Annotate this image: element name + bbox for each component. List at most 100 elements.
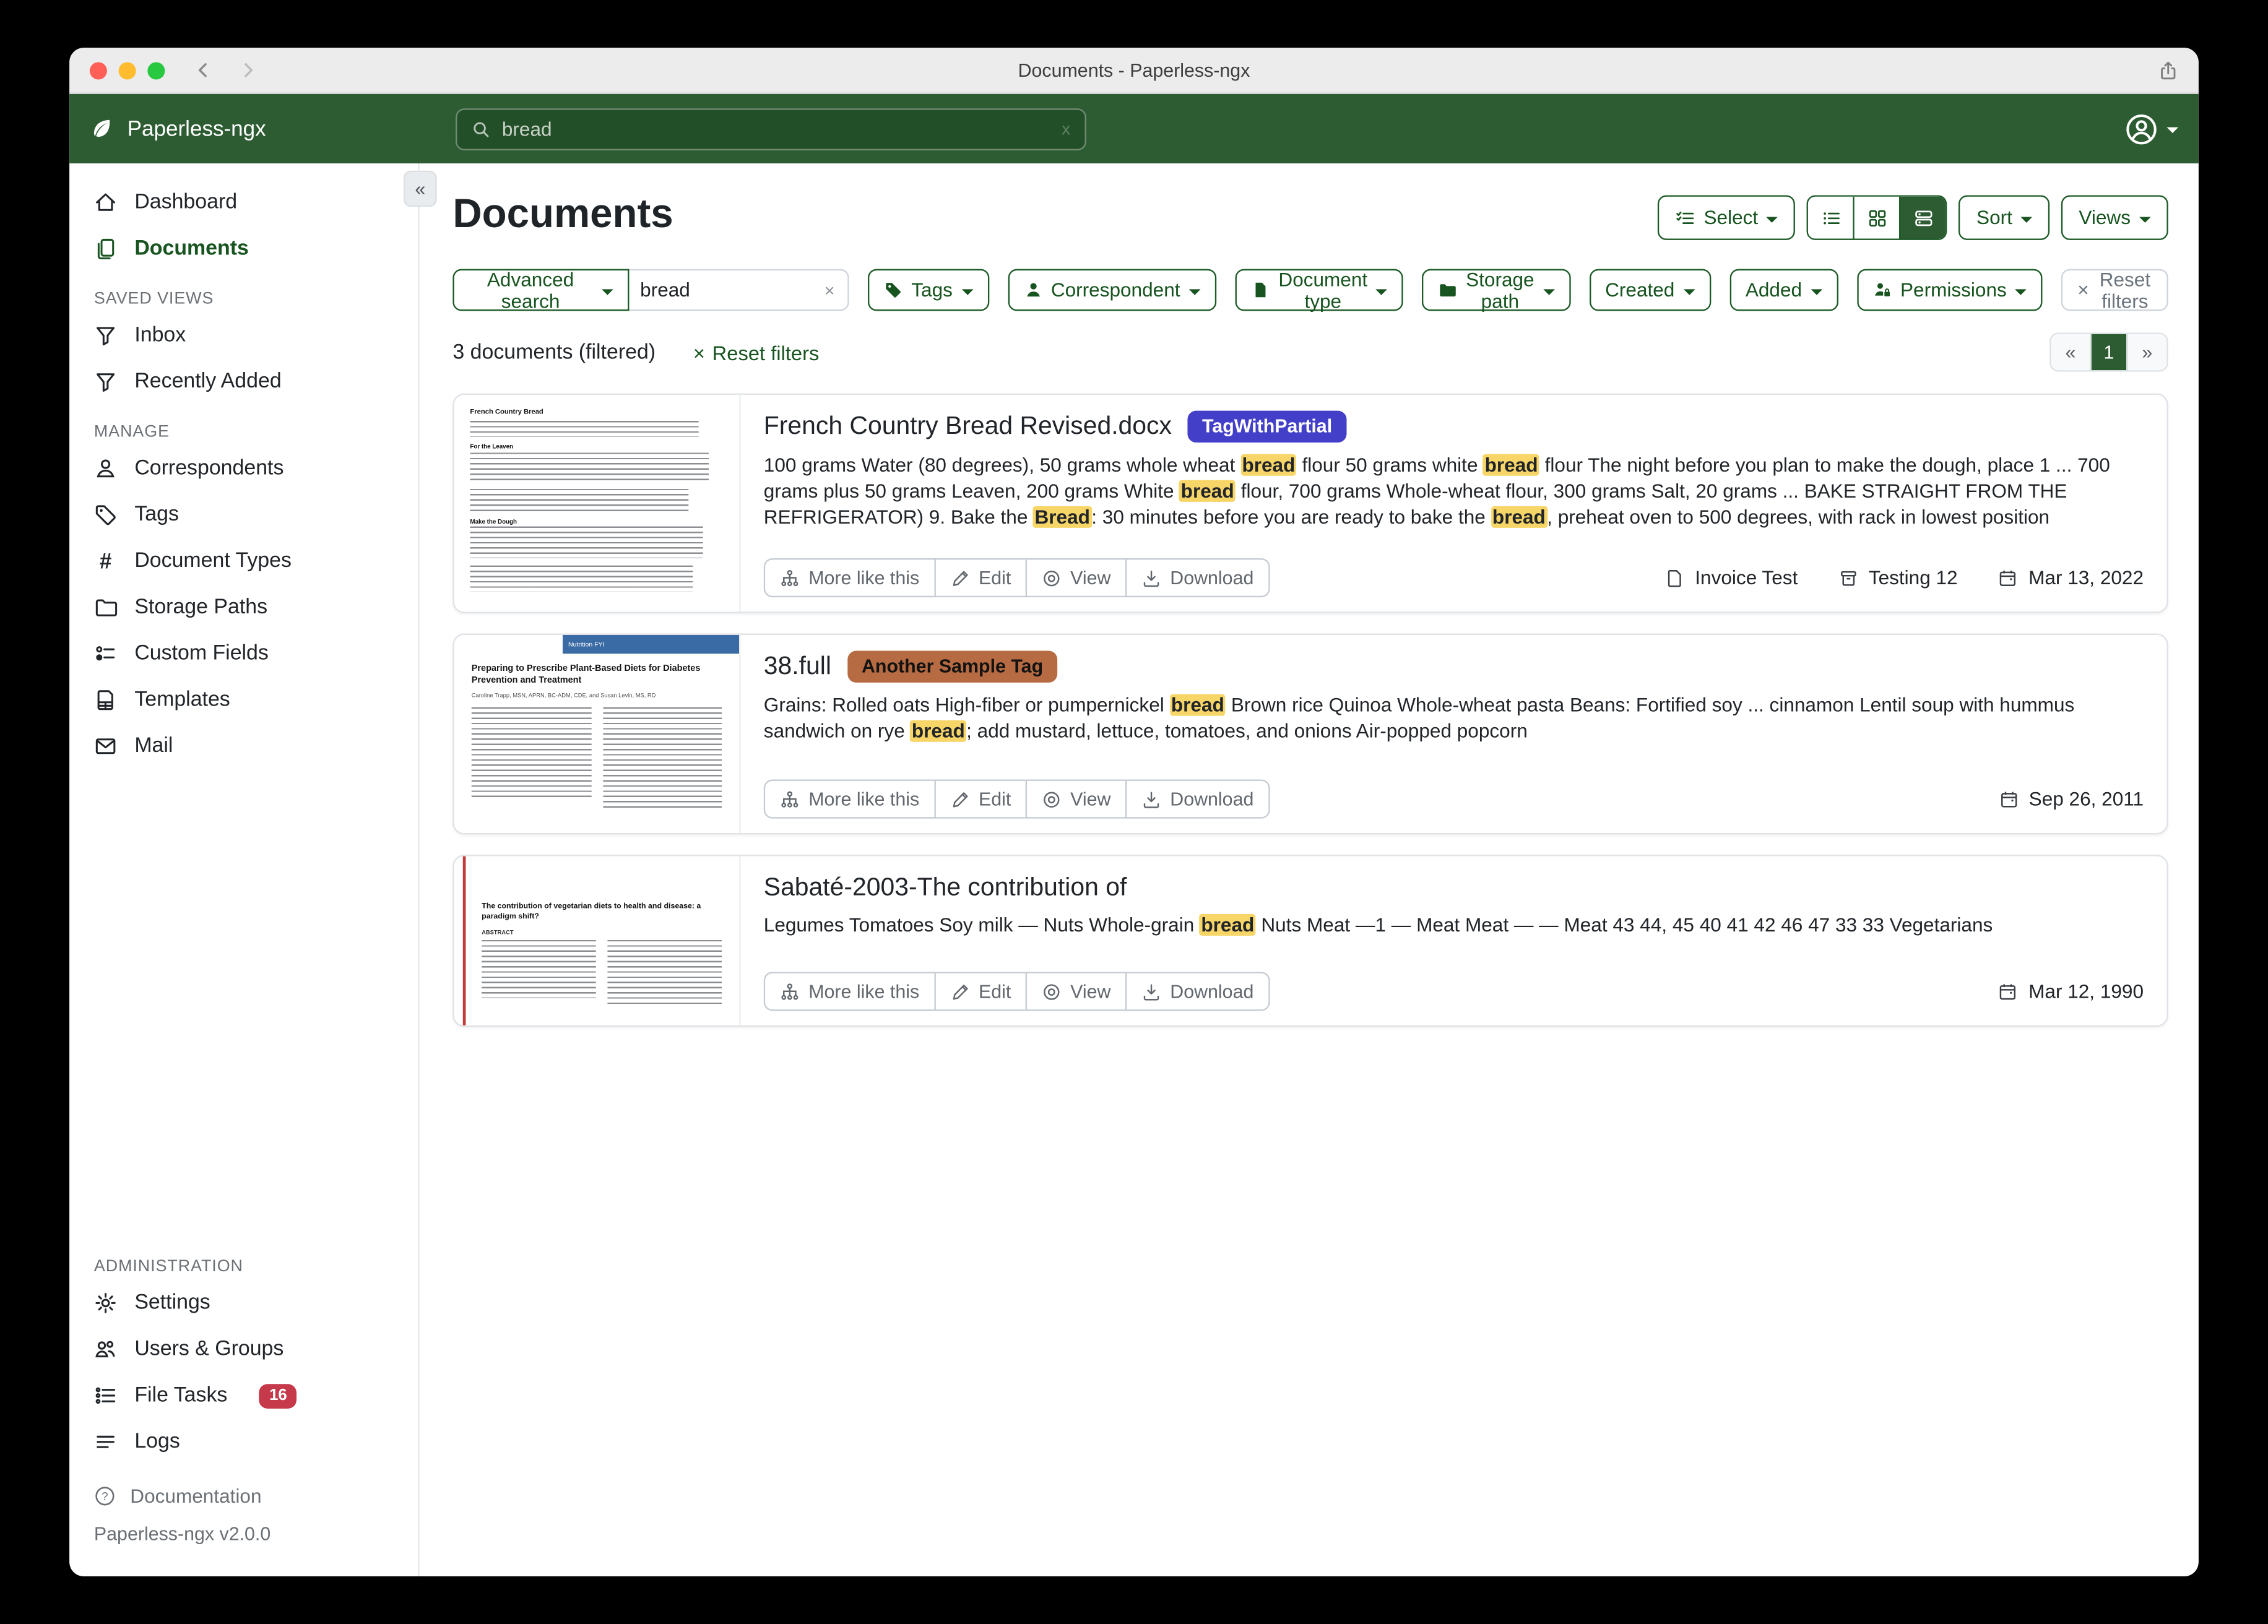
- sidebar-item-label: Dashboard: [134, 191, 237, 214]
- view-grid-toggle[interactable]: [1853, 197, 1900, 239]
- select-button-label: Select: [1703, 207, 1758, 228]
- zoom-traffic-light[interactable]: [147, 61, 165, 79]
- sidebar-item-documentation[interactable]: ? Documentation: [69, 1477, 418, 1514]
- reset-filters-button[interactable]: × Reset filters: [2062, 269, 2168, 311]
- sidebar-item-label: Correspondents: [134, 457, 284, 480]
- more-like-this-label: More like this: [808, 788, 919, 810]
- close-traffic-light[interactable]: [90, 61, 107, 79]
- view-list-toggle[interactable]: [1809, 197, 1853, 239]
- sidebar-item-document-types[interactable]: # Document Types: [69, 538, 418, 584]
- views-button[interactable]: Views: [2061, 195, 2168, 240]
- advanced-search-label: Advanced search: [469, 268, 592, 311]
- view-button[interactable]: View: [1026, 972, 1127, 1011]
- download-label: Download: [1170, 567, 1253, 589]
- minimize-traffic-light[interactable]: [119, 61, 136, 79]
- sidebar-item-dashboard[interactable]: Dashboard: [69, 179, 418, 226]
- sidebar-item-recently-added[interactable]: Recently Added: [69, 359, 418, 405]
- task-list-icon: [94, 1384, 117, 1407]
- view-details-toggle[interactable]: [1900, 197, 1946, 239]
- edit-button[interactable]: Edit: [934, 558, 1028, 597]
- share-icon[interactable]: [2158, 60, 2178, 80]
- correspondent-filter-button[interactable]: Correspondent: [1008, 269, 1216, 311]
- date-meta: Sep 26, 2011: [1999, 788, 2144, 810]
- document-type-filter-button[interactable]: Document type: [1235, 269, 1403, 311]
- edit-label: Edit: [979, 567, 1011, 589]
- download-icon: [1141, 789, 1162, 810]
- download-button[interactable]: Download: [1125, 558, 1270, 597]
- sidebar-item-tags[interactable]: Tags: [69, 491, 418, 538]
- document-card-body: Sabaté-2003-The contribution of Legumes …: [740, 856, 2166, 1025]
- view-button[interactable]: View: [1026, 779, 1127, 818]
- edit-button[interactable]: Edit: [934, 779, 1028, 818]
- correspondent-meta[interactable]: Invoice Test: [1664, 567, 1798, 589]
- sidebar-collapse-button[interactable]: «: [404, 171, 437, 207]
- sidebar-item-label: Settings: [134, 1292, 210, 1315]
- download-button[interactable]: Download: [1125, 779, 1270, 818]
- created-filter-button[interactable]: Created: [1589, 269, 1710, 311]
- storage-path-meta[interactable]: Testing 12: [1838, 567, 1958, 589]
- sidebar-item-label: Storage Paths: [134, 596, 267, 619]
- sidebar-item-correspondents[interactable]: Correspondents: [69, 446, 418, 492]
- download-button[interactable]: Download: [1125, 972, 1270, 1011]
- pagination-page-1[interactable]: 1: [2090, 334, 2128, 370]
- added-filter-label: Added: [1746, 279, 1802, 301]
- document-card[interactable]: French Country Bread For the Leaven Make…: [452, 394, 2168, 613]
- document-title[interactable]: French Country Bread Revised.docx: [764, 411, 1172, 441]
- forward-chevron-icon[interactable]: [239, 61, 258, 79]
- document-card[interactable]: Nutrition FYI Preparing to Prescribe Pla…: [452, 633, 2168, 834]
- brand[interactable]: Paperless-ngx: [90, 116, 456, 141]
- pencil-icon: [950, 789, 970, 810]
- filter-search-input[interactable]: bread ×: [628, 269, 849, 311]
- reset-filters-link-label: Reset filters: [712, 340, 820, 363]
- sidebar-item-inbox[interactable]: Inbox: [69, 313, 418, 359]
- sidebar-item-logs[interactable]: Logs: [69, 1419, 418, 1465]
- edit-button[interactable]: Edit: [934, 972, 1028, 1011]
- sort-button[interactable]: Sort: [1959, 195, 2050, 240]
- select-button[interactable]: Select: [1658, 195, 1796, 240]
- document-tag[interactable]: Another Sample Tag: [847, 651, 1058, 682]
- advanced-search-button[interactable]: Advanced search: [452, 269, 628, 311]
- document-card-body: 38.full Another Sample Tag Grains: Rolle…: [740, 635, 2166, 833]
- more-like-this-button[interactable]: More like this: [764, 558, 935, 597]
- sidebar-item-storage-paths[interactable]: Storage Paths: [69, 584, 418, 631]
- sidebar-item-label: Users & Groups: [134, 1337, 284, 1360]
- reset-filters-link[interactable]: × Reset filters: [693, 340, 820, 363]
- document-thumbnail[interactable]: Nutrition FYI Preparing to Prescribe Pla…: [454, 635, 741, 833]
- storage-path-filter-button[interactable]: Storage path: [1422, 269, 1570, 311]
- file-icon: [1664, 568, 1685, 588]
- caret-down-icon: [2021, 216, 2033, 222]
- added-filter-button[interactable]: Added: [1729, 269, 1838, 311]
- permissions-filter-button[interactable]: Permissions: [1857, 269, 2043, 311]
- document-tag[interactable]: TagWithPartial: [1188, 411, 1347, 442]
- document-title[interactable]: 38.full: [764, 651, 831, 681]
- back-chevron-icon[interactable]: [194, 61, 212, 79]
- global-search-clear-icon[interactable]: x: [1062, 119, 1070, 139]
- sidebar-item-templates[interactable]: Templates: [69, 677, 418, 723]
- sidebar-item-documents[interactable]: Documents: [69, 226, 418, 272]
- sort-button-label: Sort: [1976, 207, 2012, 228]
- filter-search-clear-icon[interactable]: ×: [825, 280, 834, 300]
- sidebar-item-settings[interactable]: Settings: [69, 1280, 418, 1326]
- date-meta: Mar 12, 1990: [1998, 980, 2144, 1002]
- document-title[interactable]: Sabaté-2003-The contribution of: [764, 872, 1127, 902]
- sidebar-item-users-groups[interactable]: Users & Groups: [69, 1326, 418, 1373]
- more-like-this-button[interactable]: More like this: [764, 972, 935, 1011]
- eye-icon: [1041, 568, 1062, 588]
- pagination-prev[interactable]: «: [2051, 334, 2090, 370]
- pagination-next[interactable]: »: [2127, 334, 2166, 370]
- view-button[interactable]: View: [1026, 558, 1127, 597]
- sidebar-item-mail[interactable]: Mail: [69, 723, 418, 769]
- view-label: View: [1070, 980, 1110, 1002]
- document-card[interactable]: The contribution of vegetarian diets to …: [452, 855, 2168, 1027]
- documents-copy-icon: [94, 237, 117, 260]
- document-thumbnail[interactable]: French Country Bread For the Leaven Make…: [454, 395, 741, 612]
- user-menu[interactable]: [2125, 112, 2178, 145]
- tags-filter-button[interactable]: Tags: [868, 269, 989, 311]
- more-like-this-button[interactable]: More like this: [764, 779, 935, 818]
- global-search-input[interactable]: bread x: [456, 108, 1086, 150]
- thumbnail-text: Nutrition FYI: [563, 635, 739, 654]
- sidebar-item-file-tasks[interactable]: File Tasks 16: [69, 1373, 418, 1419]
- caret-down-icon: [1683, 288, 1695, 294]
- document-thumbnail[interactable]: The contribution of vegetarian diets to …: [454, 856, 741, 1025]
- sidebar-item-custom-fields[interactable]: Custom Fields: [69, 631, 418, 677]
